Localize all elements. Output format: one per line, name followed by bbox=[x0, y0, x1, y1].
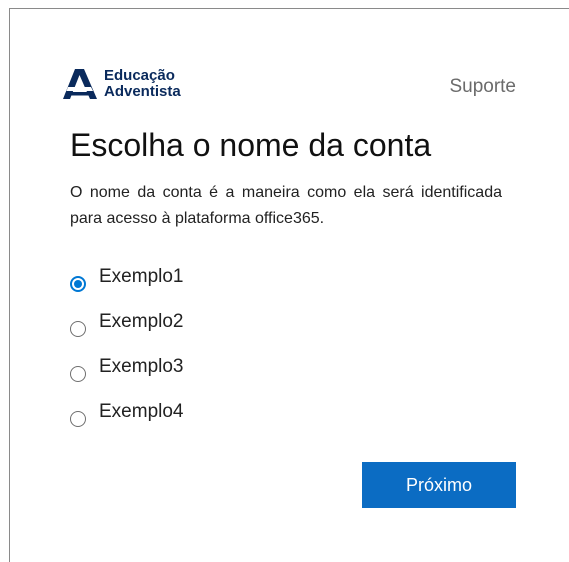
page-description: O nome da conta é a maneira como ela ser… bbox=[70, 184, 502, 227]
account-option-label: Exemplo4 bbox=[99, 401, 184, 422]
radio-button[interactable] bbox=[70, 411, 86, 427]
account-option-label: Exemplo3 bbox=[99, 356, 184, 377]
educacao-adventista-logo: Educação Adventista bbox=[62, 63, 181, 105]
adventista-logo-icon bbox=[63, 69, 97, 99]
account-name-options: Exemplo1 Exemplo2 Exemplo3 Exemplo4 bbox=[70, 262, 184, 442]
radio-button[interactable] bbox=[70, 321, 86, 337]
account-option-label: Exemplo2 bbox=[99, 311, 184, 332]
support-link[interactable]: Suporte bbox=[449, 76, 516, 98]
account-option-label: Exemplo1 bbox=[99, 266, 184, 287]
logo-line-2: Adventista bbox=[104, 83, 181, 100]
account-option-2[interactable]: Exemplo2 bbox=[70, 307, 184, 352]
account-option-3[interactable]: Exemplo3 bbox=[70, 352, 184, 397]
account-option-1[interactable]: Exemplo1 bbox=[70, 262, 184, 307]
radio-button-selected[interactable] bbox=[70, 276, 86, 292]
logo-line-1: Educação bbox=[104, 67, 175, 84]
page-title: Escolha o nome da conta bbox=[70, 127, 432, 163]
radio-button[interactable] bbox=[70, 366, 86, 382]
account-option-4[interactable]: Exemplo4 bbox=[70, 397, 184, 442]
logo-wordmark: Educação Adventista bbox=[104, 68, 181, 100]
next-button[interactable]: Próximo bbox=[362, 462, 516, 508]
